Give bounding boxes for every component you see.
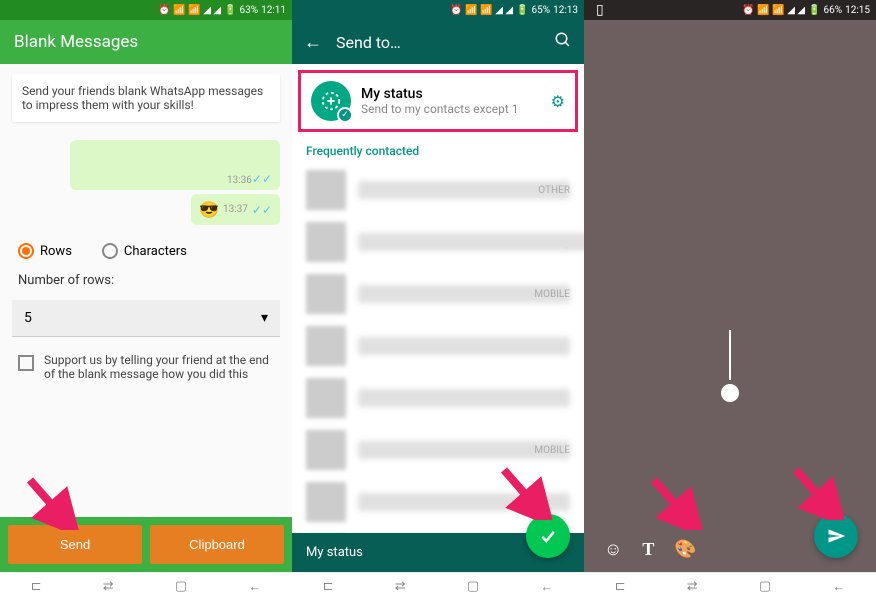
contact-row[interactable]: MOBILE [306, 424, 570, 476]
app-header: Blank Messages [0, 20, 292, 64]
status-texts: My status Send to my contacts except 1 [361, 86, 541, 116]
button-bar: Send Clipboard [0, 517, 292, 572]
status-bar: ⏰ 📶 📶 ◢ ◢ 🔋 63% 12:11 [0, 0, 292, 20]
confirm-fab[interactable] [526, 514, 570, 558]
font-slider-track[interactable] [729, 330, 731, 380]
back-arrow-icon[interactable]: ← [304, 32, 322, 53]
nav-recents-icon[interactable]: ⇄ [103, 579, 114, 594]
chat-bubble-emoji: 😎 13:37 ✓✓ [191, 194, 280, 225]
nav-back-icon[interactable]: ← [540, 579, 553, 595]
frequently-contacted-header: Frequently contacted [292, 138, 584, 164]
android-navbar: ⊏ ⇄ ▢ ← [0, 572, 292, 600]
battery-text: 63% [240, 5, 259, 16]
nav-menu-icon[interactable]: ⊏ [31, 579, 42, 594]
battery-text: 66% [824, 5, 843, 16]
status-icons: ⏰ 📶 📶 ◢ ◢ [742, 5, 805, 16]
radio-icon [18, 243, 34, 259]
radio-icon [102, 243, 118, 259]
panel-send-to: ⏰ 📶 📶 ◢ ◢ 🔋 65% 12:13 ← Send to… ✓ My st… [292, 0, 584, 600]
search-icon[interactable] [554, 31, 572, 53]
header-title: Blank Messages [14, 32, 138, 52]
status-icons: ⏰ 📶 📶 ◢ ◢ [450, 5, 513, 16]
contact-row[interactable] [306, 476, 570, 528]
text-icon[interactable]: T [642, 539, 654, 560]
send-button[interactable]: Send [8, 525, 142, 564]
support-checkbox-row[interactable]: Support us by telling your friend at the… [0, 345, 292, 389]
contact-type-tag: OTHER [538, 185, 570, 196]
status-time: 12:11 [261, 5, 286, 16]
emoji-icon[interactable]: ☺ [604, 539, 622, 560]
contact-type-tag: MOBILE [534, 445, 570, 456]
nav-home-icon[interactable]: ▢ [467, 579, 479, 594]
bottom-bar-text: My status [306, 545, 363, 560]
select-value: 5 [24, 310, 32, 326]
battery-text: 65% [532, 5, 551, 16]
checkbox-icon [18, 355, 34, 371]
radio-label: Characters [124, 244, 187, 259]
status-bar: ▯ ⏰ 📶 📶 ◢ ◢ 🔋 66% 12:15 [584, 0, 876, 20]
panel-status-composer: ▯ ⏰ 📶 📶 ◢ ◢ 🔋 66% 12:15 ☺ T 🎨 ⊏ ⇄ ▢ ← [584, 0, 876, 600]
battery-icon: 🔋 [516, 5, 528, 16]
checkmark-icon: ✓✓ [252, 203, 272, 217]
android-navbar: ⊏ ⇄ ▢ ← [292, 572, 584, 600]
bubble-time: 13:37 [223, 204, 248, 215]
app-header: ← Send to… [292, 20, 584, 64]
info-text: Send your friends blank WhatsApp message… [22, 84, 263, 112]
checkbox-label: Support us by telling your friend at the… [44, 353, 274, 381]
nav-recents-icon[interactable]: ⇄ [395, 579, 406, 594]
my-status-subtitle: Send to my contacts except 1 [361, 102, 541, 116]
nav-recents-icon[interactable]: ⇄ [687, 579, 698, 594]
contact-row[interactable] [306, 320, 570, 372]
nav-back-icon[interactable]: ← [248, 579, 261, 595]
checkmark-icon: ✓✓ [252, 172, 272, 186]
palette-icon[interactable]: 🎨 [674, 539, 696, 560]
nav-home-icon[interactable]: ▢ [175, 579, 187, 594]
dropdown-icon: ▾ [261, 310, 268, 326]
nav-menu-icon[interactable]: ⊏ [615, 579, 626, 594]
radio-rows[interactable]: Rows [18, 243, 72, 259]
radio-group: Rows Characters [0, 233, 292, 269]
rows-select[interactable]: 5 ▾ [12, 300, 280, 337]
battery-icon: 🔋 [224, 5, 236, 16]
rows-label: Number of rows: [0, 269, 292, 292]
font-slider-handle[interactable] [721, 384, 739, 402]
bubble-time: 13:36 [227, 175, 252, 186]
status-icons: ⏰ 📶 📶 ◢ ◢ [158, 5, 221, 16]
status-time: 12:13 [553, 5, 578, 16]
panel-blank-messages: ⏰ 📶 📶 ◢ ◢ 🔋 63% 12:11 Blank Messages Sen… [0, 0, 292, 600]
chat-preview: 13:36 ✓✓ 😎 13:37 ✓✓ [0, 132, 292, 233]
sunglasses-emoji-icon: 😎 [199, 200, 219, 219]
contact-row[interactable]: OTHER [306, 164, 570, 216]
send-fab[interactable] [814, 514, 858, 558]
contact-row[interactable]: ity [306, 216, 570, 268]
my-status-title: My status [361, 86, 541, 102]
nav-back-icon[interactable]: ← [832, 579, 845, 595]
annotation-arrow [786, 460, 846, 520]
chat-bubble-blank: 13:36 ✓✓ [70, 140, 280, 190]
notification-icon: ▯ [596, 2, 604, 18]
radio-characters[interactable]: Characters [102, 243, 187, 259]
status-time: 12:15 [845, 5, 870, 16]
status-avatar-icon: ✓ [311, 81, 351, 121]
info-card: Send your friends blank WhatsApp message… [12, 74, 280, 122]
battery-icon: 🔋 [808, 5, 820, 16]
header-title: Send to… [336, 33, 540, 52]
status-bar: ⏰ 📶 📶 ◢ ◢ 🔋 65% 12:13 [292, 0, 584, 20]
nav-menu-icon[interactable]: ⊏ [323, 579, 334, 594]
contact-row[interactable]: MOBILE [306, 268, 570, 320]
my-status-row[interactable]: ✓ My status Send to my contacts except 1… [298, 70, 578, 132]
contact-row[interactable] [306, 372, 570, 424]
radio-label: Rows [40, 244, 72, 259]
contact-type-tag: MOBILE [534, 289, 570, 300]
nav-home-icon[interactable]: ▢ [759, 579, 771, 594]
clipboard-button[interactable]: Clipboard [150, 525, 284, 564]
android-navbar: ⊏ ⇄ ▢ ← [584, 572, 876, 600]
annotation-arrow [644, 470, 704, 530]
gear-icon[interactable]: ⚙ [551, 92, 565, 111]
check-badge-icon: ✓ [337, 107, 353, 123]
